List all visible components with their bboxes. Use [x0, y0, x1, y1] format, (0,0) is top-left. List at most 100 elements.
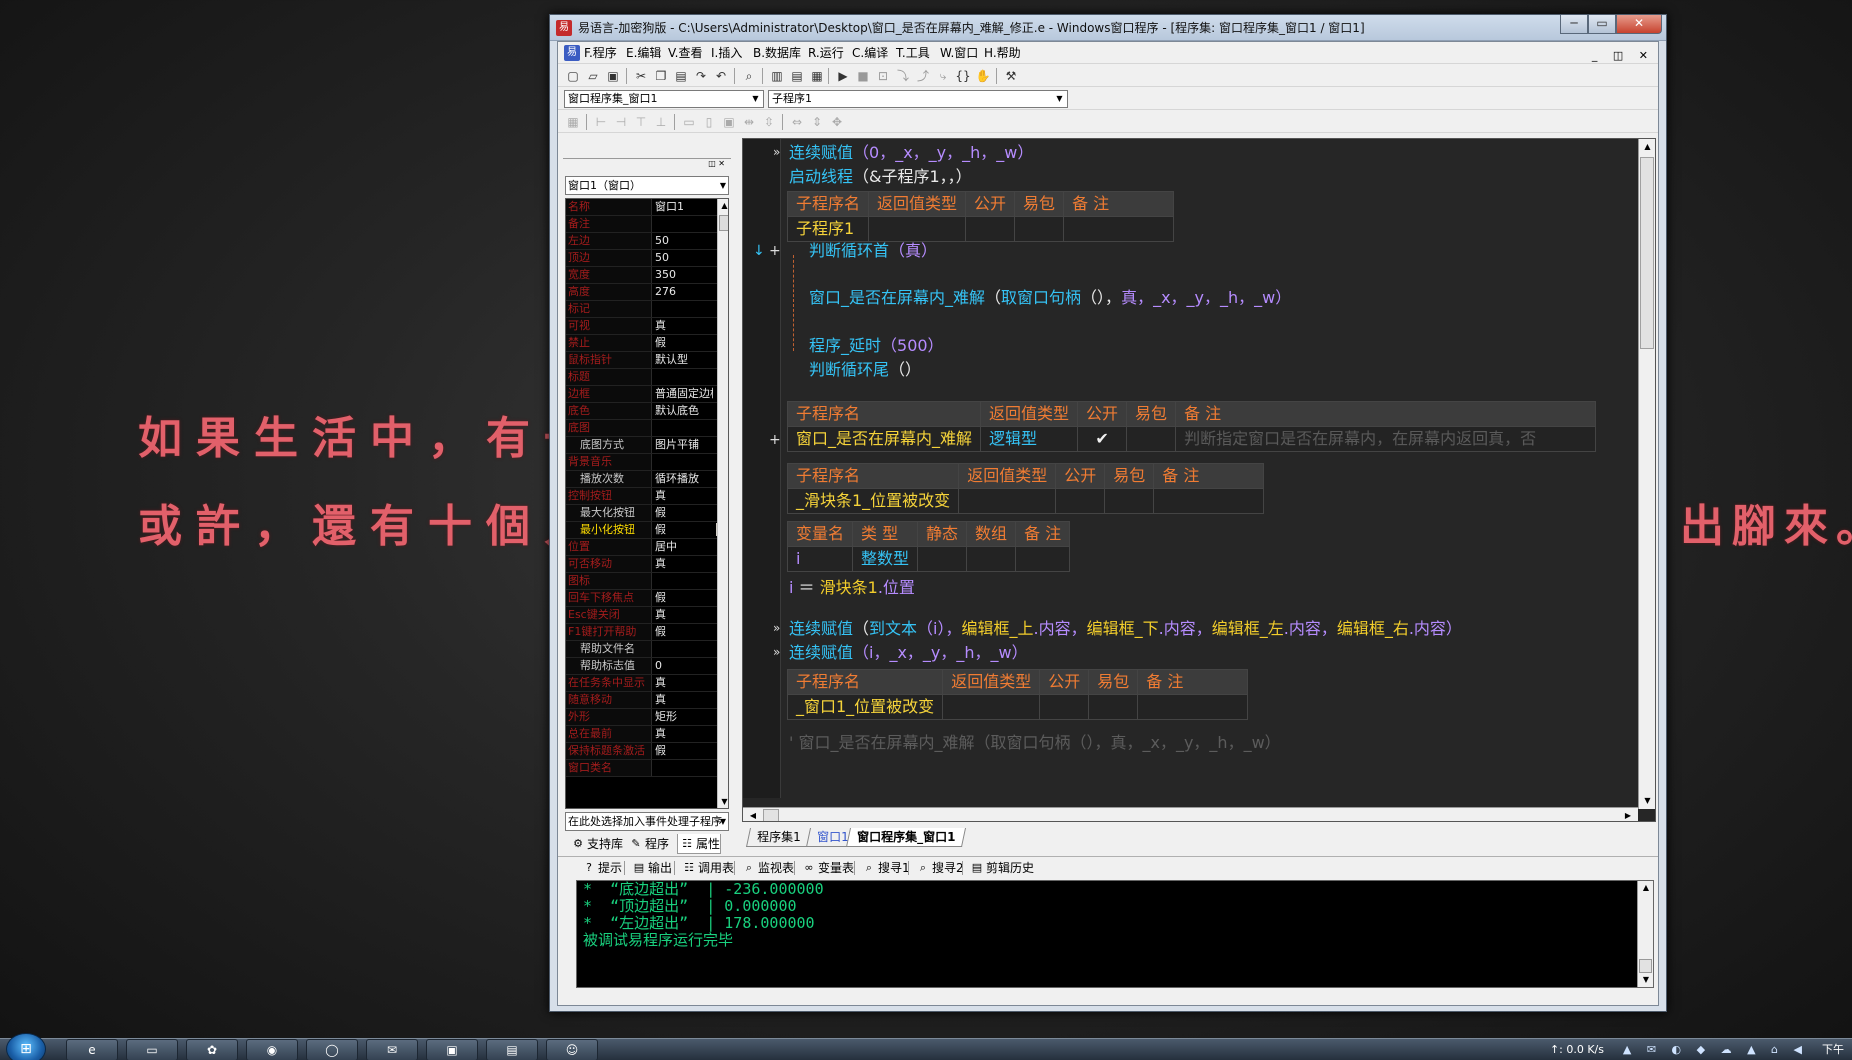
stop-icon[interactable]: ■: [854, 68, 872, 84]
breakpoint-icon[interactable]: {}: [954, 68, 972, 84]
property-row[interactable]: 外形 矩形: [566, 709, 728, 726]
code-line[interactable]: i ＝ 滑块条1.位置: [789, 577, 915, 599]
property-row[interactable]: 名称 窗口1: [566, 199, 728, 216]
property-row[interactable]: 底图方式 图片平铺: [566, 437, 728, 454]
clock[interactable]: 下午: [1822, 1039, 1844, 1060]
table-cell[interactable]: [1063, 216, 1175, 242]
code-comment-line[interactable]: ' 窗口_是否在屏幕内_难解（取窗口句柄（），真，_x，_y，_h，_w）: [789, 732, 1281, 754]
menu-program[interactable]: F.程序: [584, 42, 617, 64]
property-row[interactable]: 播放次数 循环播放: [566, 471, 728, 488]
public-checkmark-icon[interactable]: ✔: [1077, 426, 1128, 452]
center-both-icon[interactable]: ✥: [828, 114, 846, 130]
property-value[interactable]: 50: [653, 250, 713, 266]
property-row[interactable]: 标记: [566, 301, 728, 318]
variable-table[interactable]: 变量名类 型静态 数组备 注 i 整数型: [786, 521, 1071, 572]
table-cell[interactable]: [1055, 488, 1106, 514]
tab-call-table[interactable]: ☷ 调用表: [680, 857, 734, 879]
property-scrollbar[interactable]: ▲ ▼: [717, 199, 728, 808]
app-icon[interactable]: 易: [556, 20, 572, 36]
output-console[interactable]: * “底边超出” | -236.000000 * “顶边超出” | 0.0000…: [576, 880, 1654, 988]
property-row[interactable]: 顶边 50: [566, 250, 728, 267]
start-button[interactable]: ⊞: [6, 1033, 46, 1060]
property-value[interactable]: 真: [653, 556, 713, 572]
table-cell[interactable]: [1126, 426, 1177, 452]
property-row[interactable]: 底色 默认底色: [566, 403, 728, 420]
undo-icon[interactable]: ↶: [712, 68, 730, 84]
code-line[interactable]: 判断循环尾（）: [809, 359, 921, 381]
property-row[interactable]: 禁止假: [566, 335, 728, 352]
chevron-down-icon[interactable]: ▼: [720, 177, 726, 194]
menu-tools[interactable]: T.工具: [896, 42, 930, 64]
align-left-icon[interactable]: ⊢: [592, 114, 610, 130]
taskbar-app-3[interactable]: ✿: [186, 1039, 238, 1060]
property-value[interactable]: 真: [653, 607, 713, 623]
menu-edit[interactable]: E.编辑: [626, 42, 661, 64]
module-selector[interactable]: 窗口程序集_窗口1 ▼: [564, 90, 764, 108]
property-value[interactable]: 默认底色: [653, 403, 713, 419]
expand-icon[interactable]: +: [769, 243, 781, 259]
property-value[interactable]: [653, 641, 713, 657]
property-value[interactable]: 真: [653, 692, 713, 708]
property-row[interactable]: 总在最前真: [566, 726, 728, 743]
taskbar-app-7[interactable]: ▣: [426, 1039, 478, 1060]
property-row[interactable]: 位置 居中: [566, 539, 728, 556]
scroll-thumb[interactable]: [1639, 959, 1652, 973]
save-icon[interactable]: ▣: [604, 68, 622, 84]
menu-view[interactable]: V.查看: [668, 42, 702, 64]
code-line[interactable]: 启动线程（&子程序1，，）: [789, 166, 972, 188]
align-grid-icon[interactable]: ▦: [564, 114, 582, 130]
property-value[interactable]: [653, 369, 713, 385]
tray-icons[interactable]: ▲ ✉ ◐ ◆ ☁ ▲ ⌂ ◀: [1623, 1039, 1808, 1060]
chevron-down-icon[interactable]: ▼: [720, 813, 726, 830]
property-value[interactable]: [653, 573, 713, 589]
center-v-icon[interactable]: ⇕: [808, 114, 826, 130]
property-value[interactable]: 普通固定边框: [653, 386, 713, 402]
tab-clip-history[interactable]: ▤ 剪辑历史: [968, 857, 1034, 879]
editor-vertical-scrollbar[interactable]: ▲ ▼: [1638, 139, 1655, 809]
property-value[interactable]: 假: [653, 335, 713, 351]
align-center-icon[interactable]: ⊣: [612, 114, 630, 130]
property-row[interactable]: 保持标题条激活假: [566, 743, 728, 760]
scroll-down-icon[interactable]: ▼: [718, 795, 728, 808]
align-top-icon[interactable]: ⊤: [632, 114, 650, 130]
tab-module-1[interactable]: 程序集1: [745, 828, 812, 847]
scroll-up-icon[interactable]: ▲: [1638, 881, 1653, 895]
table-cell[interactable]: [1104, 488, 1155, 514]
tab-search-1[interactable]: ⌕ 搜寻1: [860, 857, 910, 879]
property-row[interactable]: 帮助标志值 0: [566, 658, 728, 675]
tab-window-module[interactable]: 窗口程序集_窗口1: [845, 828, 967, 847]
property-row[interactable]: F1键打开帮助假: [566, 624, 728, 641]
layout-b-icon[interactable]: ▤: [788, 68, 806, 84]
property-row[interactable]: 标题: [566, 369, 728, 386]
layout-c-icon[interactable]: ▦: [808, 68, 826, 84]
property-row[interactable]: 备注: [566, 216, 728, 233]
redo-icon[interactable]: ↷: [692, 68, 710, 84]
property-value[interactable]: 假: [653, 624, 713, 640]
tab-hint[interactable]: ? 提示: [580, 857, 622, 879]
minimize-button[interactable]: ─: [1560, 15, 1588, 34]
same-width-icon[interactable]: ▭: [680, 114, 698, 130]
open-folder-icon[interactable]: ▱: [584, 68, 602, 84]
variable-type[interactable]: 整数型: [852, 546, 919, 572]
return-type[interactable]: 逻辑型: [980, 426, 1079, 452]
table-cell[interactable]: [868, 216, 967, 242]
step-b-icon[interactable]: ⤵: [894, 68, 912, 84]
copy-icon[interactable]: ❐: [652, 68, 670, 84]
property-value[interactable]: 真: [653, 488, 713, 504]
table-cell[interactable]: [965, 216, 1016, 242]
property-value[interactable]: [653, 454, 713, 470]
property-row[interactable]: 鼠标指针 默认型: [566, 352, 728, 369]
table-cell[interactable]: [1088, 694, 1139, 720]
layout-a-icon[interactable]: ▥: [768, 68, 786, 84]
expand-icon[interactable]: +: [769, 432, 781, 448]
subroutine-table[interactable]: 子程序名 返回值类型 公开 易包备 注 窗口_是否在屏幕内_难解 逻辑型 ✔ 判断指定窗口是…: [786, 401, 1597, 452]
close-button[interactable]: ✕: [1616, 15, 1662, 34]
subroutine-name[interactable]: _窗口1_位置被改变: [786, 694, 944, 720]
property-value[interactable]: 矩形: [653, 709, 713, 725]
property-value[interactable]: 循环播放: [653, 471, 713, 487]
scroll-right-icon[interactable]: ▶: [1620, 808, 1636, 821]
taskbar-app-5[interactable]: ◯: [306, 1039, 358, 1060]
chevron-down-icon[interactable]: ▼: [749, 92, 762, 106]
table-cell[interactable]: [1014, 216, 1065, 242]
scroll-down-icon[interactable]: ▼: [1639, 793, 1655, 809]
